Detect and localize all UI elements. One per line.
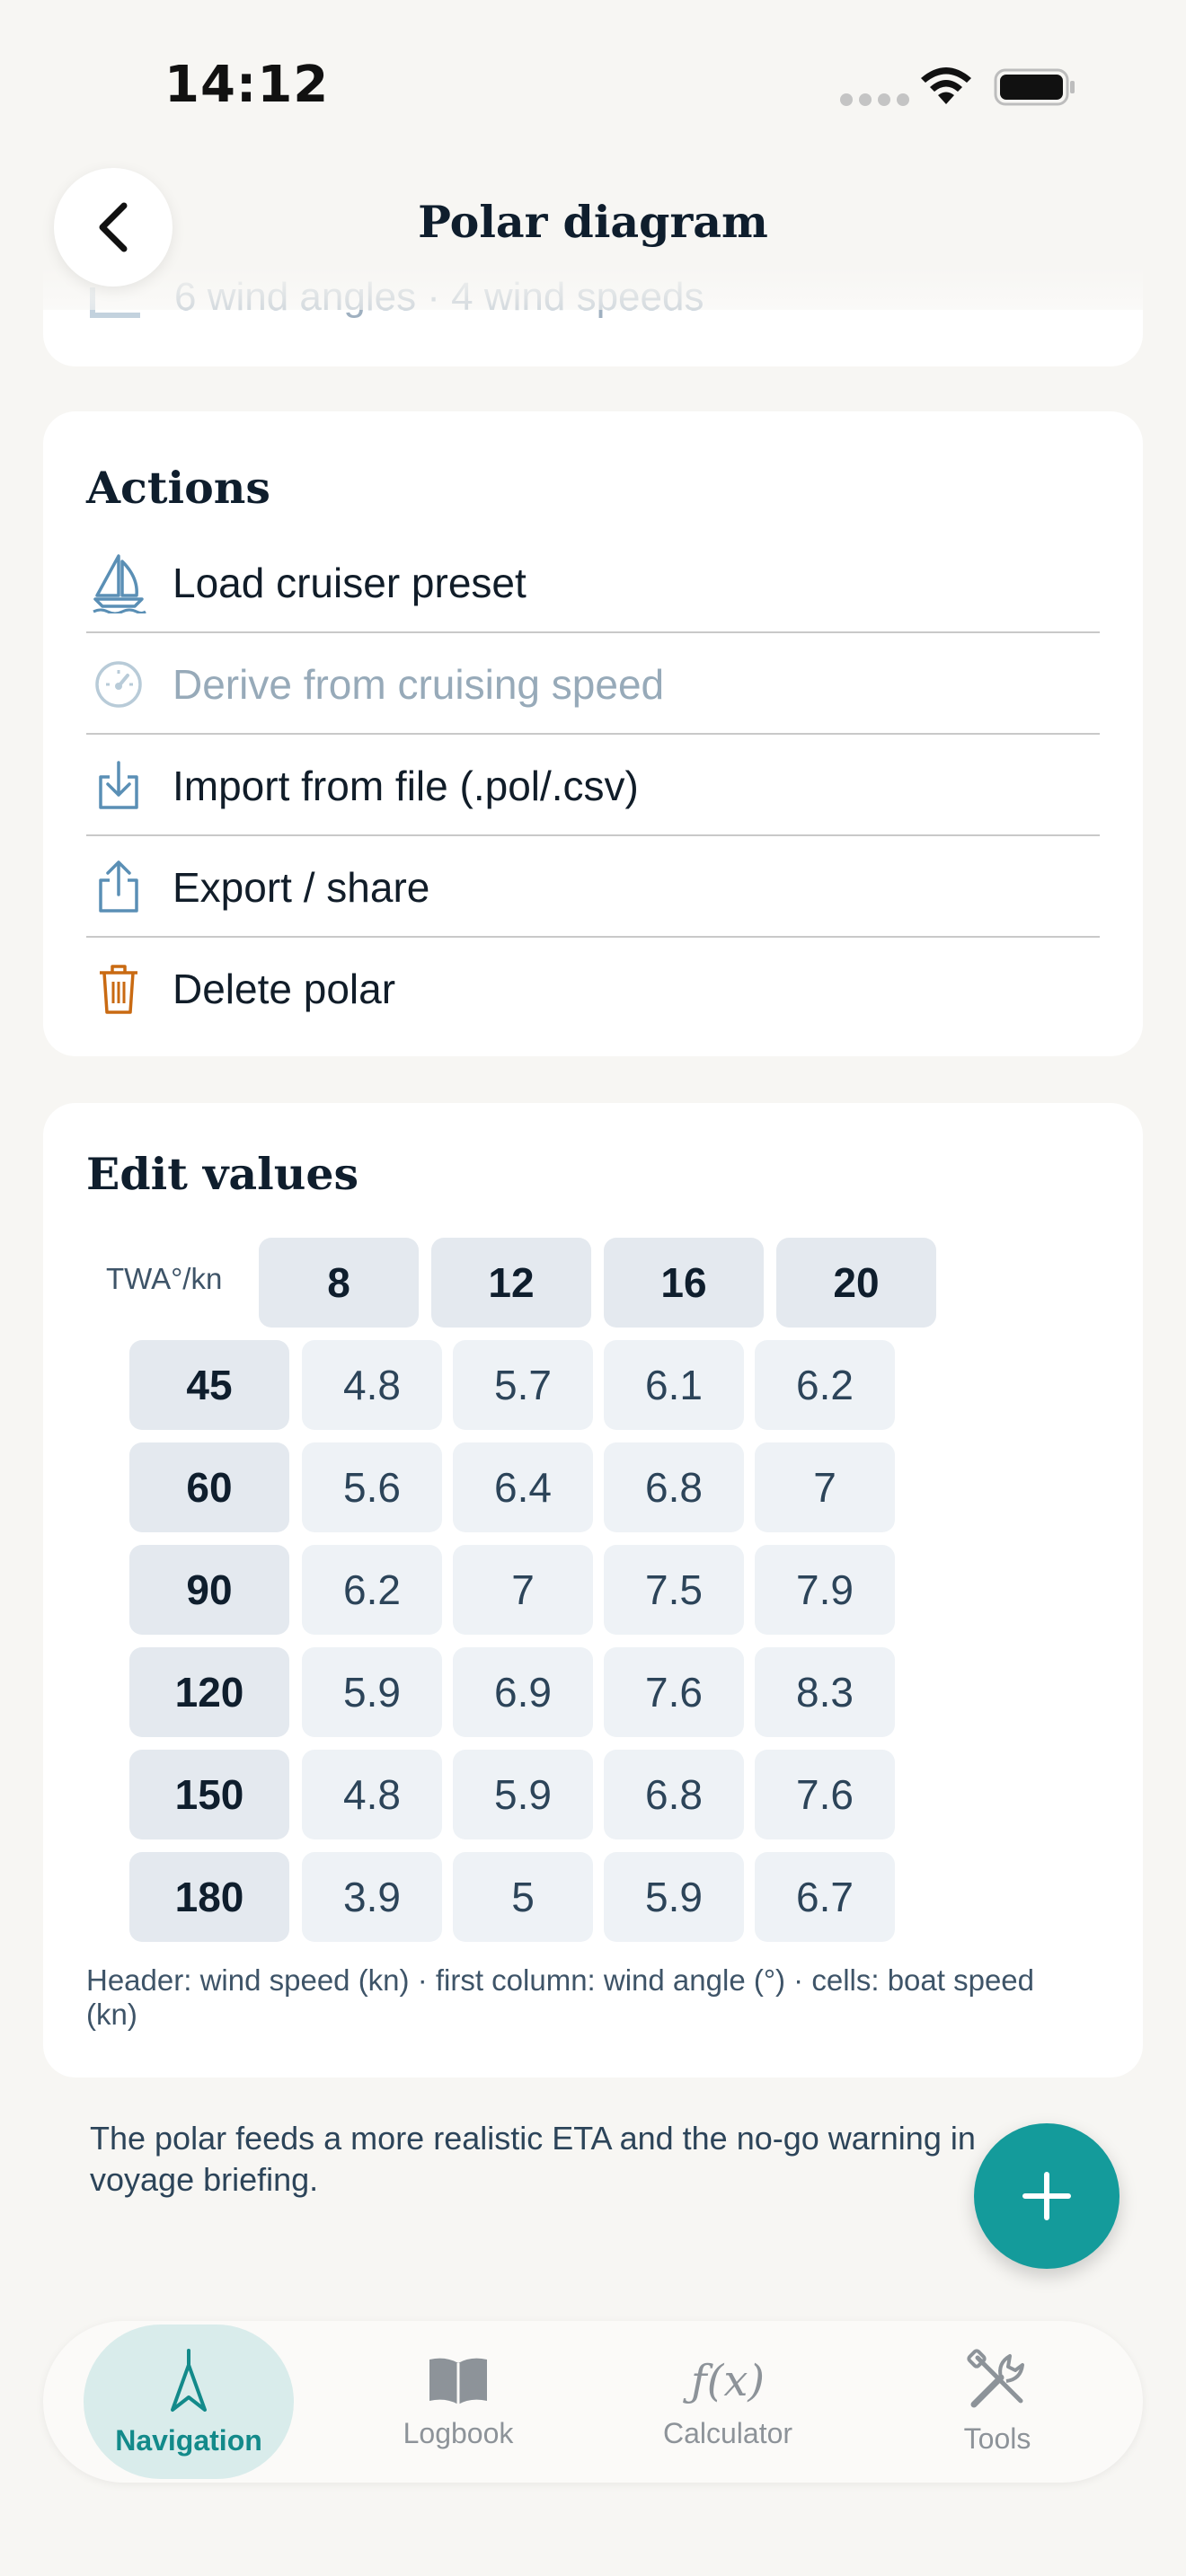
tab-label: Calculator	[662, 2416, 793, 2449]
boat-speed-cell[interactable]: 7.5	[604, 1545, 744, 1635]
tab-label: Logbook	[403, 2416, 514, 2449]
function-icon: ƒ(x)	[690, 2355, 766, 2406]
battery-icon	[994, 68, 1075, 106]
wind-speed-header: 20	[776, 1238, 936, 1328]
status-time: 14:12	[164, 56, 330, 114]
boat-speed-cell[interactable]: 6.2	[755, 1340, 895, 1430]
boat-speed-cell[interactable]: 5.6	[302, 1442, 442, 1532]
boat-speed-cell[interactable]: 5.9	[604, 1852, 744, 1942]
add-button[interactable]	[974, 2123, 1120, 2269]
boat-speed-cell[interactable]: 6.2	[302, 1545, 442, 1635]
boat-speed-cell[interactable]: 7	[453, 1545, 593, 1635]
page-title: Polar diagram	[418, 196, 768, 248]
action-label: Export / share	[173, 863, 430, 911]
plus-icon	[1022, 2172, 1071, 2220]
table-corner-label: TWA°/kn	[106, 1262, 223, 1295]
speedometer-icon	[86, 652, 151, 717]
tab-calculator[interactable]: ƒ(x) Calculator	[620, 2321, 836, 2483]
wind-speed-header: 12	[431, 1238, 591, 1328]
boat-speed-cell[interactable]: 7.9	[755, 1545, 895, 1635]
trash-icon	[86, 957, 151, 1021]
boat-speed-cell[interactable]: 6.4	[453, 1442, 593, 1532]
footer-note: The polar feeds a more realistic ETA and…	[90, 2120, 976, 2198]
boat-speed-cell[interactable]: 5.9	[302, 1647, 442, 1737]
boat-speed-cell[interactable]: 7.6	[755, 1750, 895, 1839]
boat-speed-cell[interactable]: 6.8	[604, 1750, 744, 1839]
wind-speed-header: 8	[259, 1238, 419, 1328]
tab-navigation[interactable]: Navigation	[84, 2325, 294, 2479]
boat-speed-cell[interactable]: 3.9	[302, 1852, 442, 1942]
boat-speed-cell[interactable]: 6.7	[755, 1852, 895, 1942]
tab-label: Navigation	[115, 2423, 262, 2457]
derive-from-cruising-speed-button[interactable]: Derive from cruising speed	[86, 633, 1100, 735]
wind-angle-header: 150	[129, 1750, 289, 1839]
boat-speed-cell[interactable]: 5	[453, 1852, 593, 1942]
boat-speed-cell[interactable]: 7.6	[604, 1647, 744, 1737]
action-label: Delete polar	[173, 965, 396, 1012]
sailboat-icon	[86, 551, 151, 615]
boat-speed-cell[interactable]: 6.1	[604, 1340, 744, 1430]
book-icon	[429, 2358, 487, 2404]
wind-angle-header: 45	[129, 1340, 289, 1430]
download-icon	[86, 754, 151, 818]
wifi-icon	[921, 67, 971, 104]
action-label: Import from file (.pol/.csv)	[173, 762, 639, 809]
boat-speed-cell[interactable]: 6.8	[604, 1442, 744, 1532]
tab-logbook[interactable]: Logbook	[350, 2321, 566, 2483]
boat-speed-cell[interactable]: 7	[755, 1442, 895, 1532]
boat-speed-cell[interactable]: 4.8	[302, 1750, 442, 1839]
navigation-arrow-icon	[171, 2348, 207, 2412]
action-label: Derive from cruising speed	[173, 660, 665, 708]
cellular-signal-icon	[840, 93, 909, 106]
wind-angle-header: 180	[129, 1852, 289, 1942]
actions-title: Actions	[86, 462, 270, 514]
table-caption: Header: wind speed (kn) · first column: …	[86, 1963, 1035, 2031]
tab-bar: Navigation Logbook ƒ(x) Calculator Tools	[43, 2321, 1143, 2483]
action-label: Load cruiser preset	[173, 559, 527, 606]
load-cruiser-preset-button[interactable]: Load cruiser preset	[86, 532, 1100, 633]
delete-polar-button[interactable]: Delete polar	[86, 938, 1100, 1039]
wind-angle-header: 60	[129, 1442, 289, 1532]
edit-values-title: Edit values	[86, 1148, 359, 1200]
status-bar: 14:12	[0, 0, 1186, 171]
tab-label: Tools	[963, 2422, 1031, 2455]
wind-angle-header: 90	[129, 1545, 289, 1635]
export-share-button[interactable]: Export / share	[86, 836, 1100, 938]
import-from-file-button[interactable]: Import from file (.pol/.csv)	[86, 735, 1100, 836]
tab-tools[interactable]: Tools	[890, 2321, 1105, 2483]
boat-speed-cell[interactable]: 8.3	[755, 1647, 895, 1737]
share-icon	[86, 855, 151, 920]
boat-speed-cell[interactable]: 5.7	[453, 1340, 593, 1430]
tools-icon	[967, 2348, 1024, 2407]
wind-speed-header: 16	[604, 1238, 764, 1328]
wind-angle-header: 120	[129, 1647, 289, 1737]
boat-speed-cell[interactable]: 4.8	[302, 1340, 442, 1430]
boat-speed-cell[interactable]: 5.9	[453, 1750, 593, 1839]
boat-speed-cell[interactable]: 6.9	[453, 1647, 593, 1737]
